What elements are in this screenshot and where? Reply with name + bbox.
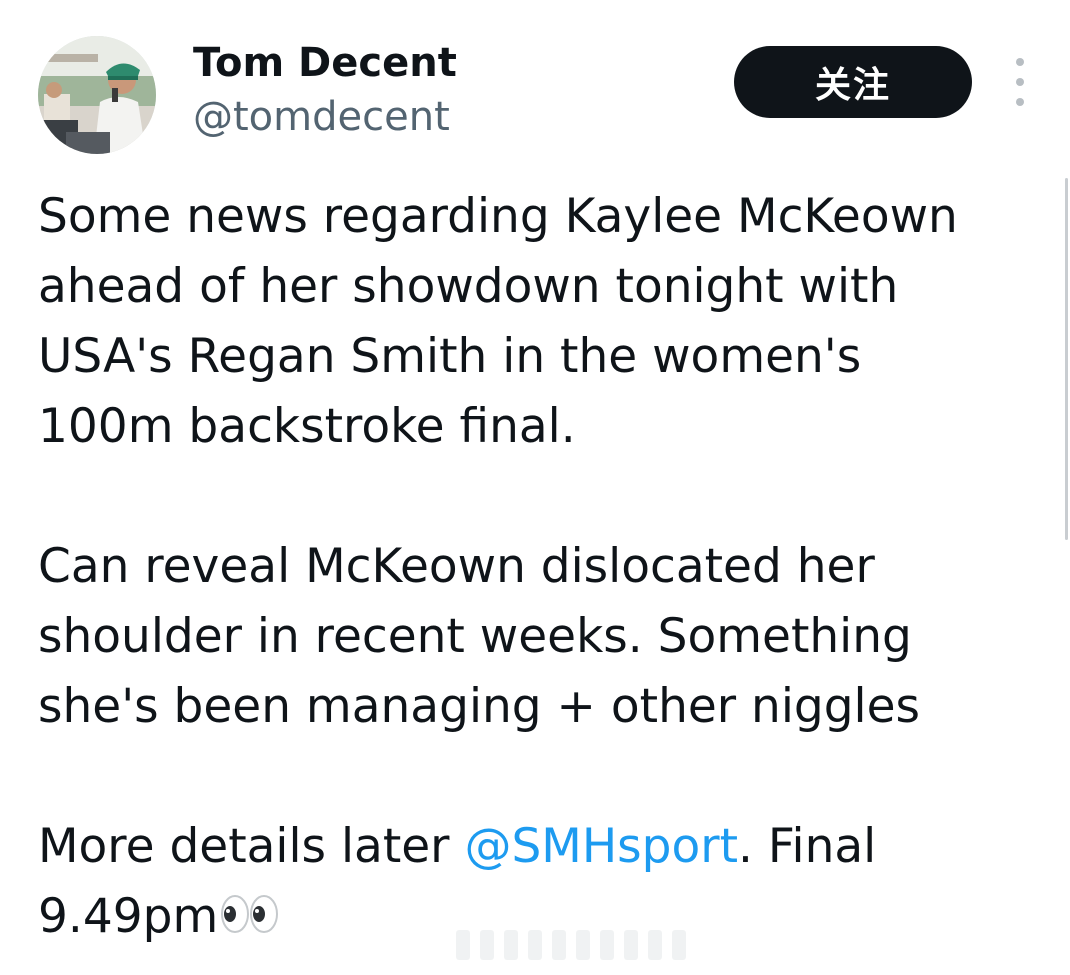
tweet-line: Can reveal McKeown dislocated her <box>38 539 875 594</box>
mention-link[interactable]: @SMHsport <box>464 819 738 874</box>
avatar[interactable] <box>38 36 156 154</box>
tweet-line: ahead of her showdown tonight with <box>38 259 899 314</box>
display-name[interactable]: Tom Decent <box>193 38 457 88</box>
tweet-line: Some news regarding Kaylee McKeown <box>38 189 958 244</box>
tweet-line: shoulder in recent weeks. Something <box>38 609 912 664</box>
more-vertical-icon <box>1016 78 1024 86</box>
tweet-line: More details later @SMHsport. Final <box>38 812 1038 882</box>
more-options-button[interactable] <box>1004 58 1036 106</box>
watermark <box>456 930 686 960</box>
tweet-line: 100m backstroke final. <box>38 399 576 454</box>
tweet-line: USA's Regan Smith in the women's <box>38 329 862 384</box>
more-vertical-icon <box>1016 58 1024 66</box>
follow-button[interactable]: 关注 <box>734 46 972 118</box>
eyes-emoji-icon <box>220 886 280 956</box>
scrollbar[interactable] <box>1065 178 1068 540</box>
tweet-text: Some news regarding Kaylee McKeown ahead… <box>38 182 1038 956</box>
tweet-text-segment: 9.49pm <box>38 889 219 944</box>
tweet-text-segment: More details later <box>38 819 465 874</box>
tweet-line: she's been managing + other niggles <box>38 679 921 734</box>
profile-photo-icon <box>38 36 156 154</box>
tweet-text-segment: . Final <box>738 819 877 874</box>
more-vertical-icon <box>1016 98 1024 106</box>
handle[interactable]: @tomdecent <box>193 92 450 142</box>
